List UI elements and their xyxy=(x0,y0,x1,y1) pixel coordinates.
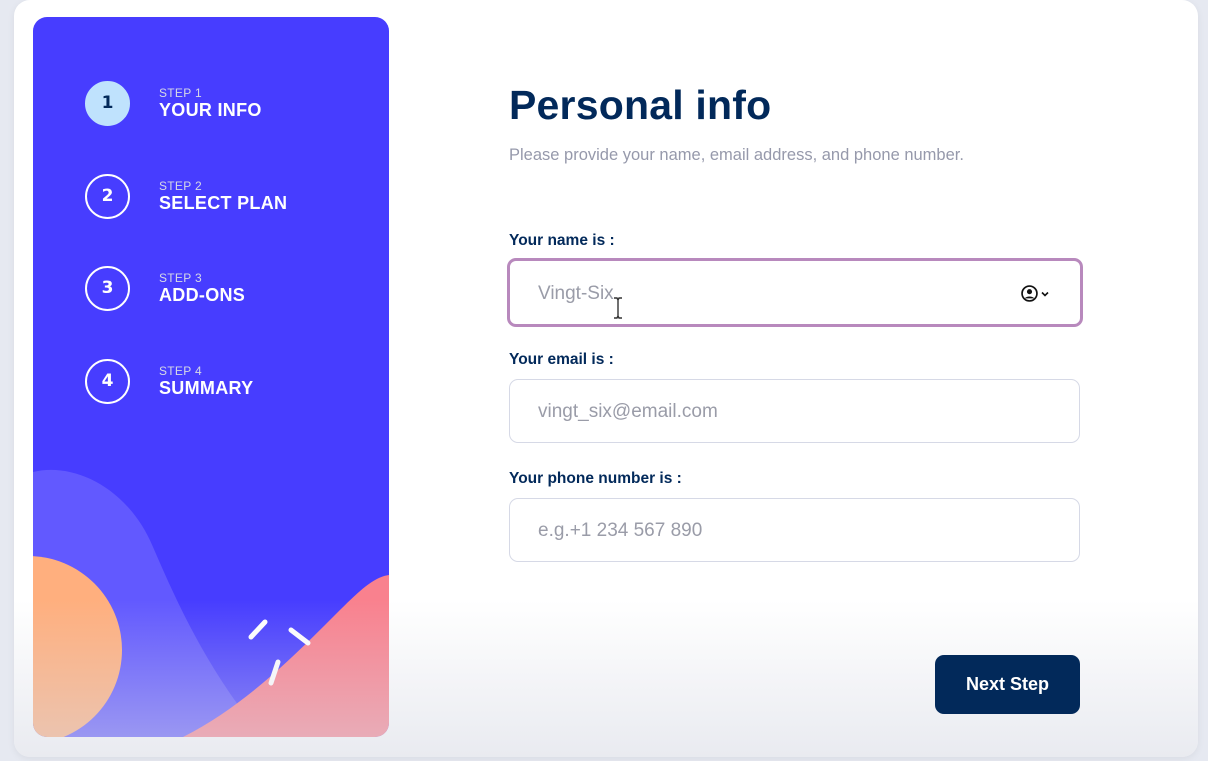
phone-field[interactable] xyxy=(509,498,1080,563)
email-input[interactable] xyxy=(536,380,1000,444)
sidebar: 1 STEP 1 YOUR INFO 2 STEP 2 SELECT PLAN … xyxy=(33,17,389,737)
person-circle-icon xyxy=(1021,285,1038,302)
sidebar-step-1[interactable]: 1 STEP 1 YOUR INFO xyxy=(85,78,262,128)
step-1-caption: STEP 1 xyxy=(159,85,202,100)
step-2-title: SELECT PLAN xyxy=(159,192,288,213)
step-4-title: SUMMARY xyxy=(159,377,254,398)
step-4-caption: STEP 4 xyxy=(159,363,202,378)
step-3-title: ADD-ONS xyxy=(159,284,246,305)
chevron-down-icon xyxy=(1041,291,1049,297)
step-4-number: 4 xyxy=(85,358,130,404)
sidebar-step-2[interactable]: 2 STEP 2 SELECT PLAN xyxy=(85,171,287,221)
step-2-caption: STEP 2 xyxy=(159,178,202,193)
text-cursor-icon xyxy=(614,297,622,319)
sidebar-step-4[interactable]: 4 STEP 4 SUMMARY xyxy=(85,356,253,406)
step-3-caption: STEP 3 xyxy=(159,270,202,285)
next-step-button[interactable]: Next Step xyxy=(935,655,1080,714)
email-label: Your email is : xyxy=(509,351,614,368)
phone-input[interactable] xyxy=(536,499,1000,563)
name-input[interactable] xyxy=(536,261,1000,326)
email-field[interactable] xyxy=(509,379,1080,444)
page-title: Personal info xyxy=(509,82,772,128)
step-2-number: 2 xyxy=(85,173,130,219)
contact-autofill-icon[interactable] xyxy=(1021,285,1050,302)
step-3-number: 3 xyxy=(85,265,130,311)
sidebar-step-3[interactable]: 3 STEP 3 ADD-ONS xyxy=(85,263,245,313)
step-1-number: 1 xyxy=(85,80,130,126)
step-1-title: YOUR INFO xyxy=(159,99,262,120)
page-subtitle: Please provide your name, email address,… xyxy=(509,146,964,164)
name-field[interactable] xyxy=(507,258,1083,327)
phone-label: Your phone number is : xyxy=(509,470,682,487)
name-label: Your name is : xyxy=(509,232,615,249)
